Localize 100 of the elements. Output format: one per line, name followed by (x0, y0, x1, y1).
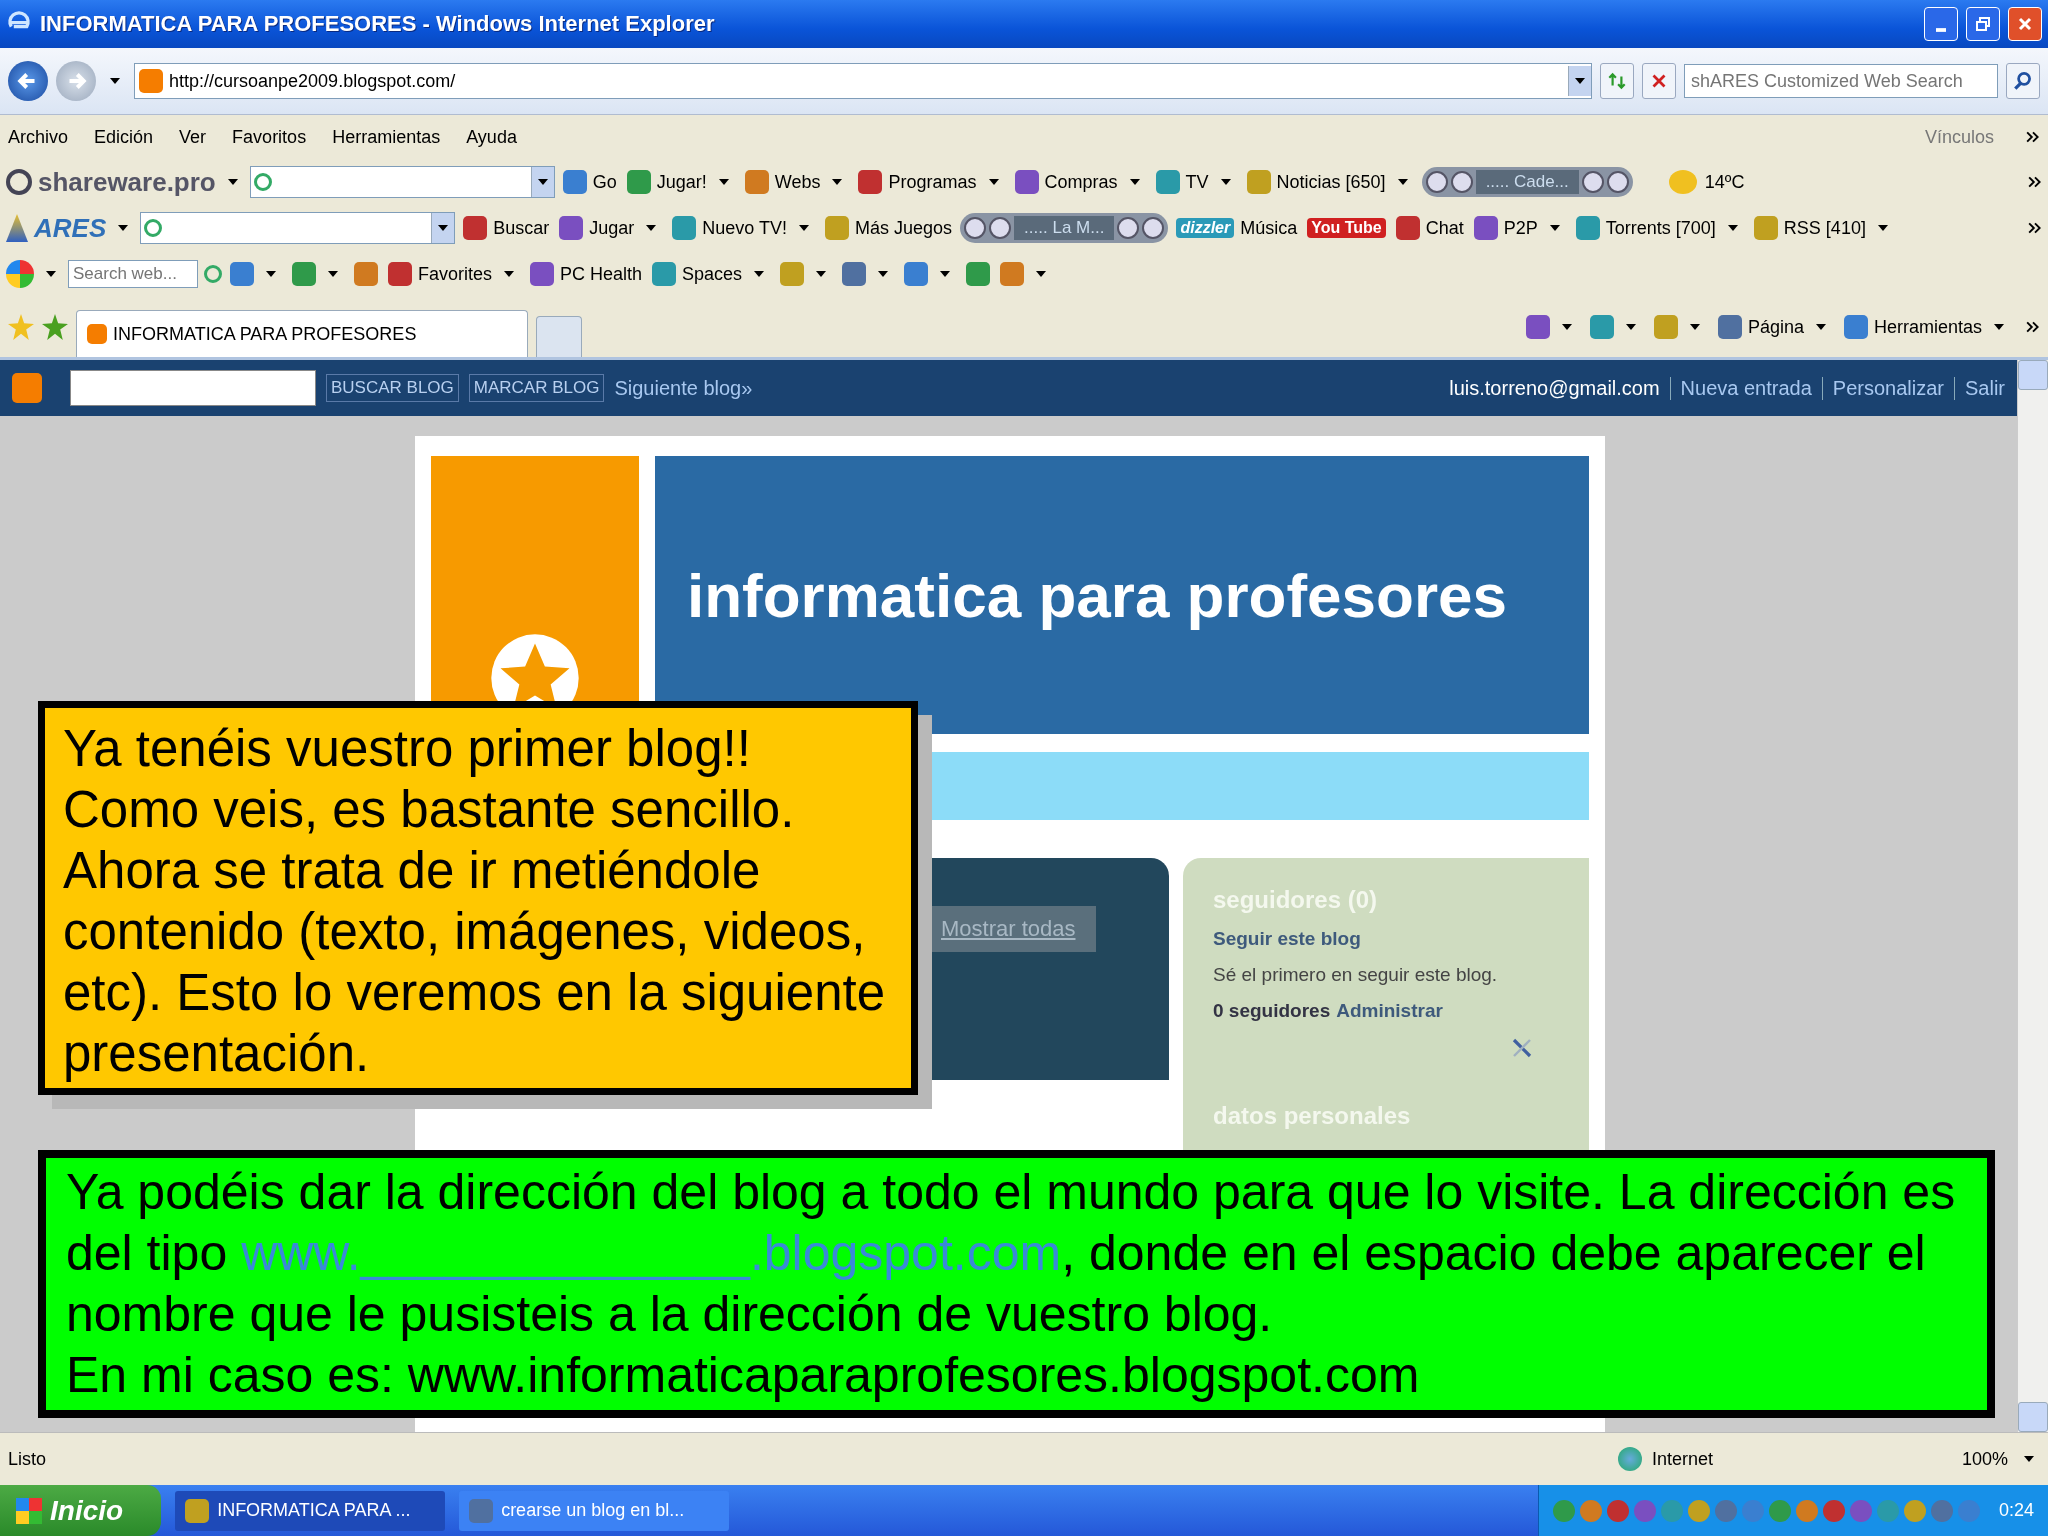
toolbar-button[interactable]: Spaces (650, 262, 773, 286)
blog-title[interactable]: informatica para profesores (687, 559, 1508, 631)
chevron-icon[interactable] (2028, 176, 2042, 188)
command-button[interactable]: Página (1715, 315, 1834, 339)
toolbar-search-field[interactable] (140, 212, 456, 244)
toolbar-button[interactable]: Torrents [700] (1573, 216, 1746, 240)
app-icon (672, 216, 697, 240)
weather-reading[interactable]: 14ºC (1702, 171, 1747, 193)
app-icon (230, 262, 254, 286)
menu-item[interactable]: Ayuda (466, 126, 517, 148)
toolbar-button[interactable]: You Tube (1305, 218, 1388, 238)
toolbar-button[interactable]: Webs (742, 170, 851, 194)
user-email: luis.torreno@gmail.com (1449, 376, 1660, 400)
address-field[interactable]: http://cursoanpe2009.blogspot.com/ (134, 63, 1592, 99)
toolbar-button[interactable]: Buscar (461, 216, 552, 240)
follower-count: 0 seguidores (1213, 1000, 1331, 1022)
app-icon (1589, 315, 1614, 339)
app-icon (825, 216, 850, 240)
toolbar-brand[interactable]: ARES (34, 212, 107, 244)
taskbar-button[interactable]: INFORMATICA PARA ... (175, 1490, 446, 1531)
menu-item[interactable]: Herramientas (332, 126, 441, 148)
toolbar-search-field[interactable] (249, 166, 555, 198)
callout-text: Ya tenéis vuestro primer blog!! (63, 719, 752, 779)
app-icon (1014, 170, 1039, 194)
minimize-button[interactable] (1924, 7, 1958, 41)
refresh-button[interactable] (1600, 63, 1634, 99)
toolbar-button[interactable]: Más Juegos (823, 216, 955, 240)
app-icon (1525, 315, 1550, 339)
toolbar-button[interactable]: P2P (1471, 216, 1568, 240)
follow-link[interactable]: Seguir este blog (1213, 928, 1559, 950)
blog-search-field[interactable] (70, 370, 316, 406)
clock: 0:24 (1998, 1500, 2034, 1521)
restore-icon (1973, 14, 1993, 34)
app-icon (1717, 315, 1742, 339)
links-label[interactable]: Vínculos (1924, 126, 1994, 148)
start-button[interactable]: Inicio (0, 1485, 162, 1536)
next-blog-link[interactable]: Siguiente blog» (614, 376, 753, 400)
chevron-icon[interactable] (2026, 321, 2040, 333)
menu-item[interactable]: Edición (94, 126, 154, 148)
app-icon (858, 170, 883, 194)
toolbar-button[interactable]: PC Health (528, 262, 645, 286)
toolbar-button[interactable]: Favorites (386, 262, 523, 286)
toolbar-brand[interactable]: shareware.pro (38, 166, 216, 198)
search-button[interactable] (2006, 63, 2040, 99)
navbar-link[interactable]: Personalizar (1821, 376, 1944, 400)
toolbar-button[interactable]: Jugar (557, 216, 665, 240)
app-icon (904, 262, 929, 286)
zoom-level[interactable]: 100% (1961, 1448, 2008, 1470)
media-player[interactable]: ..... Cade... (1421, 167, 1633, 197)
close-button[interactable] (2008, 7, 2042, 41)
toolbar-button[interactable]: RSS [410] (1751, 216, 1896, 240)
admin-link[interactable]: Administrar (1336, 1000, 1443, 1022)
toolbar-button[interactable]: Jugar! (624, 170, 737, 194)
chevron-icon[interactable] (2028, 222, 2042, 234)
toolbar-button[interactable]: Chat (1393, 216, 1466, 240)
search-field[interactable]: shARES Customized Web Search (1684, 64, 1998, 98)
toolbar-button[interactable]: Nuevo TV! (670, 216, 818, 240)
toolbar-search-field[interactable]: Search web... (68, 260, 198, 288)
browser-tab[interactable]: INFORMATICA PARA PROFESORES (76, 310, 528, 357)
restore-button[interactable] (1966, 7, 2000, 41)
caret-icon[interactable] (2024, 1456, 2034, 1462)
caret-icon[interactable] (118, 225, 129, 231)
refresh-icon (1606, 70, 1628, 92)
toolbar-button[interactable]: TV (1153, 170, 1239, 194)
dropdown-button[interactable] (1568, 66, 1591, 96)
stop-button[interactable] (1642, 63, 1676, 99)
navbar-button[interactable]: MARCAR BLOG (468, 374, 605, 402)
back-button[interactable] (8, 61, 48, 101)
media-player[interactable]: ..... La M... (960, 213, 1169, 243)
menu-item[interactable]: Favoritos (232, 126, 307, 148)
app-icon (1246, 170, 1271, 194)
menu-item[interactable]: Archivo (8, 126, 69, 148)
window-title: INFORMATICA PARA PROFESORES - Windows Internet Explorer (40, 11, 715, 37)
toolbar-button[interactable]: dizzler Música (1174, 217, 1300, 239)
caret-icon[interactable] (227, 179, 238, 185)
toolbar-button[interactable]: Compras (1012, 170, 1148, 194)
app-icon (388, 262, 412, 286)
caret-icon[interactable] (110, 78, 120, 84)
navbar-button[interactable]: BUSCAR BLOG (326, 374, 459, 402)
app-icon (354, 262, 378, 286)
status-text: Listo (8, 1448, 47, 1470)
caret-icon[interactable] (46, 271, 56, 277)
security-zone: Internet (1651, 1448, 1714, 1470)
taskbar-button[interactable]: crearse un blog en bl... (459, 1490, 730, 1531)
callout-text: Como veis, es bastante sencillo. (63, 780, 796, 840)
menu-item[interactable]: Ver (179, 126, 207, 148)
app-icon (966, 262, 991, 286)
toolbar-button[interactable]: Programas (856, 170, 1007, 194)
chevron-icon[interactable] (2026, 131, 2040, 143)
app-icon (562, 170, 587, 194)
widget-note: Sé el primero en seguir este blog. (1213, 964, 1499, 986)
navbar-link[interactable]: Salir (1954, 376, 2005, 400)
toolbar-button[interactable]: Noticias [650] (1244, 170, 1416, 194)
command-button[interactable]: Herramientas (1841, 315, 2012, 339)
app-icon (744, 170, 769, 194)
app-icon (292, 262, 316, 286)
toolbar-button[interactable]: Go (560, 170, 619, 194)
navbar-link[interactable]: Nueva entrada (1669, 376, 1812, 400)
scroll-bar[interactable] (2017, 360, 2048, 1432)
app-icon (559, 216, 584, 240)
